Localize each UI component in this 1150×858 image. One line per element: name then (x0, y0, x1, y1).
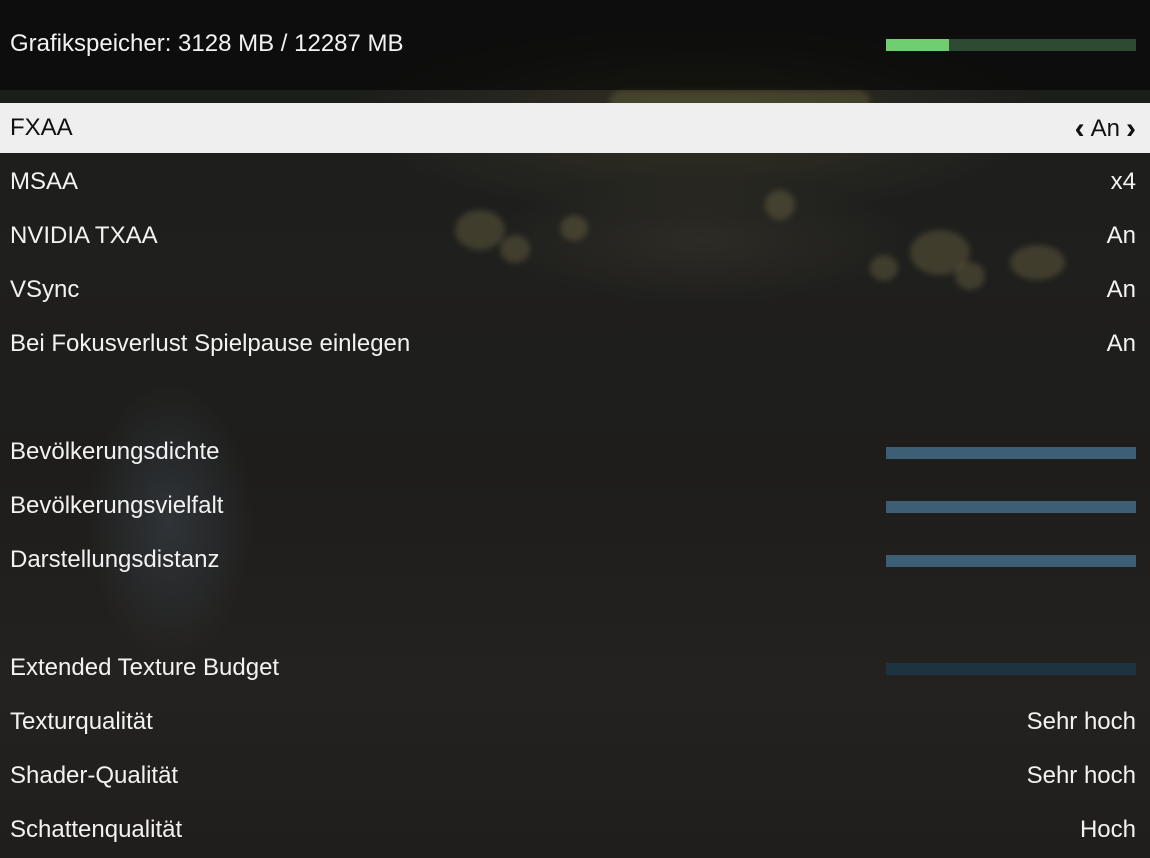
chevron-left-icon[interactable]: ‹ (1075, 114, 1085, 144)
option-selector[interactable]: ‹ An › (1075, 114, 1136, 144)
setting-row-texturqualitaet[interactable]: Texturqualität Sehr hoch (0, 697, 1150, 747)
setting-slider[interactable] (886, 555, 1136, 567)
setting-row-schattenqualitaet[interactable]: Schattenqualität Hoch (0, 805, 1150, 855)
setting-label: FXAA (10, 114, 73, 141)
setting-label: Bei Fokusverlust Spielpause einlegen (10, 330, 411, 357)
slider-fill (886, 501, 1136, 513)
setting-row-vsync[interactable]: VSync An (0, 265, 1150, 315)
setting-row-bevoelkerungsvielfalt[interactable]: Bevölkerungsvielfalt (0, 481, 1150, 531)
setting-row-nvidia-txaa[interactable]: NVIDIA TXAA An (0, 211, 1150, 261)
setting-row-msaa[interactable]: MSAA x4 (0, 157, 1150, 207)
setting-slider[interactable] (886, 501, 1136, 513)
setting-row-fxaa[interactable]: FXAA ‹ An › (0, 103, 1150, 153)
vram-header: Grafikspeicher: 3128 MB / 12287 MB (0, 0, 1150, 90)
slider-fill (886, 663, 1136, 675)
setting-value: x4 (1110, 168, 1136, 195)
setting-label: Extended Texture Budget (10, 654, 280, 681)
setting-label: Bevölkerungsvielfalt (10, 492, 224, 519)
setting-row-extended-texture-budget[interactable]: Extended Texture Budget (0, 643, 1150, 693)
setting-value: Sehr hoch (1026, 708, 1136, 735)
setting-slider[interactable] (886, 447, 1136, 459)
setting-row-bei-fokusverlust-spielpause-einlegen[interactable]: Bei Fokusverlust Spielpause einlegen An (0, 319, 1150, 369)
setting-row-bevoelkerungsdichte[interactable]: Bevölkerungsdichte (0, 427, 1150, 477)
vram-usage-bar (886, 39, 1136, 51)
setting-label: NVIDIA TXAA (10, 222, 158, 249)
vram-usage-fill (886, 39, 949, 51)
setting-label: Shader-Qualität (10, 762, 179, 789)
setting-label: Darstellungsdistanz (10, 546, 220, 573)
setting-value: An (1106, 276, 1136, 303)
setting-label: MSAA (10, 168, 79, 195)
setting-value: An (1090, 115, 1120, 142)
setting-value: An (1106, 222, 1136, 249)
slider-fill (886, 555, 1136, 567)
setting-slider (886, 663, 1136, 675)
chevron-right-icon[interactable]: › (1126, 114, 1136, 144)
setting-label: Bevölkerungsdichte (10, 438, 220, 465)
vram-usage-label: Grafikspeicher: 3128 MB / 12287 MB (10, 30, 404, 57)
setting-label: Schattenqualität (10, 816, 183, 843)
slider-fill (886, 447, 1136, 459)
setting-value: An (1106, 330, 1136, 357)
setting-row-shader-qualitaet[interactable]: Shader-Qualität Sehr hoch (0, 751, 1150, 801)
setting-value: Sehr hoch (1026, 762, 1136, 789)
setting-row-darstellungsdistanz[interactable]: Darstellungsdistanz (0, 535, 1150, 585)
setting-value: Hoch (1079, 816, 1136, 843)
setting-label: VSync (10, 276, 80, 303)
setting-label: Texturqualität (10, 708, 153, 735)
